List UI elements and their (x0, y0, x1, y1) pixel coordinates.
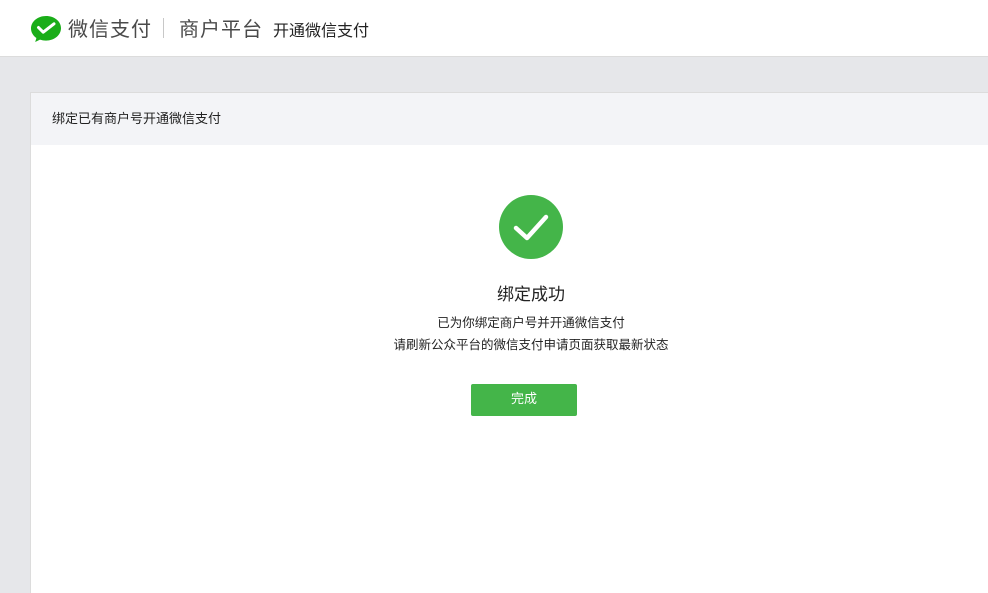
platform-name[interactable]: 商户平台 (179, 16, 263, 42)
brand-name[interactable]: 微信支付 (68, 16, 152, 42)
result-message-line1: 已为你绑定商户号并开通微信支付 (437, 315, 625, 330)
result-message-line2: 请刷新公众平台的微信支付申请页面获取最新状态 (393, 337, 669, 352)
result-title: 绑定成功 (497, 285, 565, 305)
wechat-pay-logo-icon[interactable] (30, 15, 62, 43)
main-panel: 绑定已有商户号开通微信支付 绑定成功 已为你绑定商户号并开通微信支付 请刷新公众… (30, 92, 988, 593)
panel-header: 绑定已有商户号开通微信支付 (31, 93, 988, 145)
header-divider (163, 18, 164, 38)
success-check-icon (499, 195, 563, 259)
page-subtitle: 开通微信支付 (273, 21, 370, 40)
top-bar: 微信支付 商户平台 开通微信支付 (0, 0, 988, 57)
done-button[interactable]: 完成 (471, 384, 577, 416)
panel-title: 绑定已有商户号开通微信支付 (52, 112, 222, 127)
